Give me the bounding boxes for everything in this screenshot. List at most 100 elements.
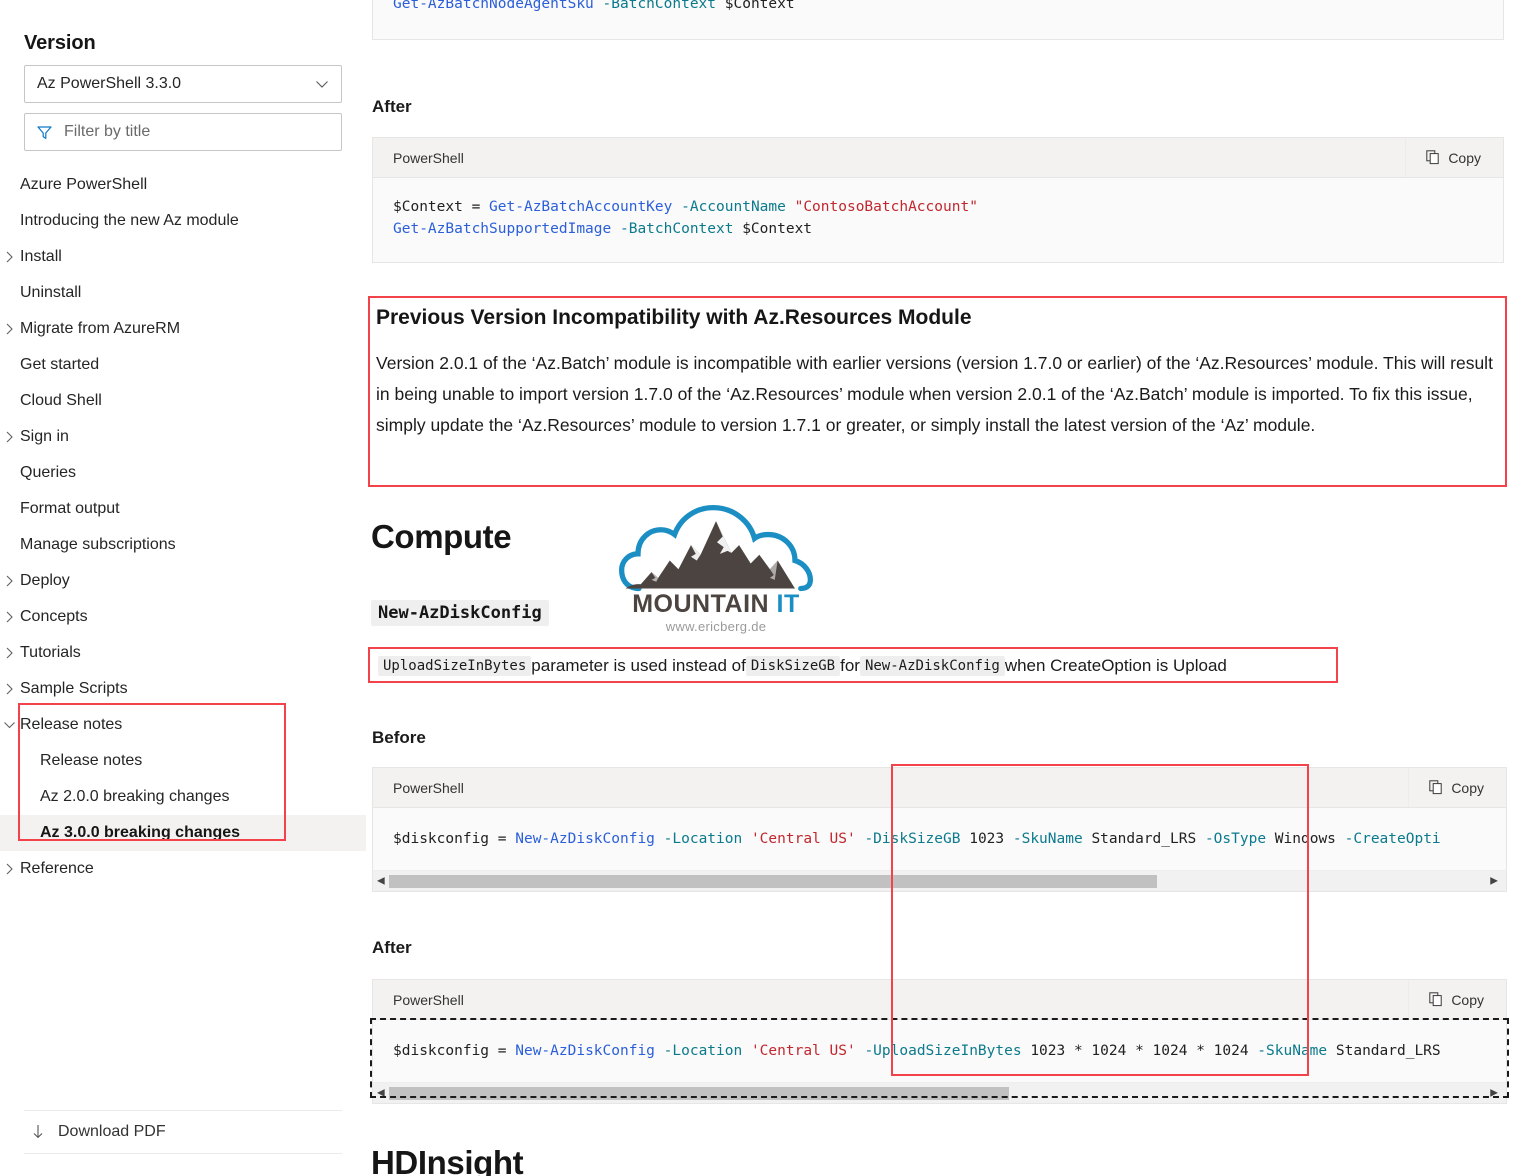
sidebar-item-reference[interactable]: Reference <box>0 851 366 887</box>
sidebar-nav: Azure PowerShell Introducing the new Az m… <box>0 167 366 887</box>
code-after-1-header: PowerShell Copy <box>373 138 1503 178</box>
version-heading: Version <box>24 0 342 65</box>
copy-label: Copy <box>1451 780 1484 796</box>
warning-paragraph: Version 2.0.1 of the ‘Az.Batch’ module i… <box>376 348 1499 441</box>
before-label: Before <box>372 728 426 748</box>
copy-button[interactable]: Copy <box>1408 980 1506 1019</box>
sidebar-item-label: Concepts <box>20 608 88 626</box>
code-after-1-body: $Context = Get-AzBatchAccountKey -Accoun… <box>373 178 1503 262</box>
sidebar-item-introducing-the-new-az-module[interactable]: Introducing the new Az module <box>0 203 366 239</box>
sidebar-item-deploy[interactable]: Deploy <box>0 563 366 599</box>
sidebar-item-sample-scripts[interactable]: Sample Scripts <box>0 671 366 707</box>
sidebar-item-azure-powershell[interactable]: Azure PowerShell <box>0 167 366 203</box>
sidebar-item-queries[interactable]: Queries <box>0 455 366 491</box>
chevron-right-icon[interactable] <box>3 431 16 444</box>
code-top-line-2: Get-AzBatchNodeAgentSku -BatchContext $C… <box>393 0 795 12</box>
scroll-left-arrow-icon[interactable]: ◀ <box>377 1088 385 1099</box>
chevron-right-icon[interactable] <box>3 647 16 660</box>
sidebar-item-release-notes[interactable]: Release notes <box>0 743 366 779</box>
copy-button[interactable]: Copy <box>1405 138 1503 177</box>
chevron-right-icon[interactable] <box>3 323 16 336</box>
note-line: UploadSizeInBytes parameter is used inst… <box>372 650 1332 682</box>
code-before-hscrollbar[interactable]: ◀ ▶ <box>373 870 1506 891</box>
filter-input-wrapper[interactable]: Filter by title <box>24 113 342 151</box>
compute-heading: Compute <box>371 518 511 556</box>
scroll-thumb[interactable] <box>389 1087 1009 1100</box>
code-after-1-line-2: Get-AzBatchSupportedImage -BatchContext … <box>393 221 812 237</box>
sidebar-item-sign-in[interactable]: Sign in <box>0 419 366 455</box>
note-code-1: UploadSizeInBytes <box>378 656 531 676</box>
sidebar-item-label: Manage subscriptions <box>20 536 176 554</box>
note-text-2: for <box>840 656 860 676</box>
code-after-2-hscrollbar[interactable]: ◀ ▶ <box>373 1082 1506 1103</box>
sidebar-item-label: Release notes <box>40 752 142 770</box>
chevron-right-icon[interactable] <box>3 611 16 624</box>
sidebar-item-format-output[interactable]: Format output <box>0 491 366 527</box>
sidebar-item-label: Deploy <box>20 572 70 590</box>
logo-title-dark: MOUNTAIN <box>632 590 769 618</box>
sidebar-item-az-2-0-0-breaking-changes[interactable]: Az 2.0.0 breaking changes <box>0 779 366 815</box>
download-arrow-icon <box>30 1124 46 1140</box>
code-block-top: $Context = Get-AzBatchAccountKey -Accoun… <box>372 0 1504 40</box>
warning-block: Previous Version Incompatibility with Az… <box>370 296 1505 455</box>
chevron-right-icon[interactable] <box>3 251 16 264</box>
sidebar-item-release-notes[interactable]: Release notes <box>0 707 366 743</box>
logo-title: MOUNTAIN IT <box>618 590 814 619</box>
sidebar-item-install[interactable]: Install <box>0 239 366 275</box>
chevron-right-icon[interactable] <box>3 683 16 696</box>
sidebar-item-label: Tutorials <box>20 644 81 662</box>
note-code-3: New-AzDiskConfig <box>860 656 1005 676</box>
note-code-2: DiskSizeGB <box>746 656 840 676</box>
after-label-1: After <box>372 97 412 117</box>
sidebar-item-label: Format output <box>20 500 120 518</box>
code-after-1-line-1: $Context = Get-AzBatchAccountKey -Accoun… <box>393 199 978 215</box>
hdinsight-heading: HDInsight <box>371 1144 523 1176</box>
scroll-left-arrow-icon[interactable]: ◀ <box>377 876 385 887</box>
download-pdf-label: Download PDF <box>58 1123 166 1141</box>
sidebar-item-manage-subscriptions[interactable]: Manage subscriptions <box>0 527 366 563</box>
code-after-2-header: PowerShell Copy <box>373 980 1506 1020</box>
copy-icon <box>1426 150 1441 165</box>
sidebar-item-label: Sample Scripts <box>20 680 128 698</box>
chevron-right-icon[interactable] <box>3 575 16 588</box>
chevron-down-icon[interactable] <box>3 719 16 732</box>
warning-heading: Previous Version Incompatibility with Az… <box>376 306 1499 330</box>
code-after-2-language: PowerShell <box>393 992 464 1008</box>
copy-icon <box>1429 992 1444 1007</box>
code-before-header: PowerShell Copy <box>373 768 1506 808</box>
sidebar-item-uninstall[interactable]: Uninstall <box>0 275 366 311</box>
sidebar-item-migrate-from-azurerm[interactable]: Migrate from AzureRM <box>0 311 366 347</box>
sidebar-item-label: Az 2.0.0 breaking changes <box>40 788 229 806</box>
download-pdf-wrapper: Download PDF <box>24 1110 342 1154</box>
download-pdf-button[interactable]: Download PDF <box>24 1110 342 1154</box>
copy-button[interactable]: Copy <box>1408 768 1506 807</box>
code-before-language: PowerShell <box>393 780 464 796</box>
scroll-right-arrow-icon[interactable]: ▶ <box>1490 876 1498 887</box>
sidebar-item-get-started[interactable]: Get started <box>0 347 366 383</box>
note-text-3: when CreateOption is Upload <box>1005 656 1227 676</box>
copy-label: Copy <box>1448 150 1481 166</box>
copy-icon <box>1429 780 1444 795</box>
sidebar-item-az-3-0-0-breaking-changes[interactable]: Az 3.0.0 breaking changes <box>0 815 366 851</box>
main-content: $Context = Get-AzBatchAccountKey -Accoun… <box>366 0 1536 1176</box>
code-before-body: $diskconfig = New-AzDiskConfig -Location… <box>373 808 1506 870</box>
copy-label: Copy <box>1451 992 1484 1008</box>
sidebar-item-label: Az 3.0.0 breaking changes <box>40 824 240 842</box>
logo-subtitle: www.ericberg.de <box>618 619 814 634</box>
version-select[interactable]: Az PowerShell 3.3.0 <box>24 65 342 103</box>
sidebar-item-label: Introducing the new Az module <box>20 212 239 230</box>
scroll-right-arrow-icon[interactable]: ▶ <box>1490 1088 1498 1099</box>
code-block-after-2: PowerShell Copy $diskconfig = New-AzDisk… <box>372 979 1507 1104</box>
sidebar-item-cloud-shell[interactable]: Cloud Shell <box>0 383 366 419</box>
scroll-thumb[interactable] <box>389 875 1157 888</box>
sidebar-item-label: Reference <box>20 860 94 878</box>
after-label-2: After <box>372 938 412 958</box>
logo-cloud-mountain-graphic <box>618 497 814 601</box>
chevron-right-icon[interactable] <box>3 863 16 876</box>
sidebar-item-label: Uninstall <box>20 284 81 302</box>
sidebar-item-tutorials[interactable]: Tutorials <box>0 635 366 671</box>
code-block-before: PowerShell Copy $diskconfig = New-AzDisk… <box>372 767 1507 892</box>
code-top-body: $Context = Get-AzBatchAccountKey -Accoun… <box>373 0 1503 39</box>
sidebar-item-concepts[interactable]: Concepts <box>0 599 366 635</box>
code-after-2-body: $diskconfig = New-AzDiskConfig -Location… <box>373 1020 1506 1082</box>
